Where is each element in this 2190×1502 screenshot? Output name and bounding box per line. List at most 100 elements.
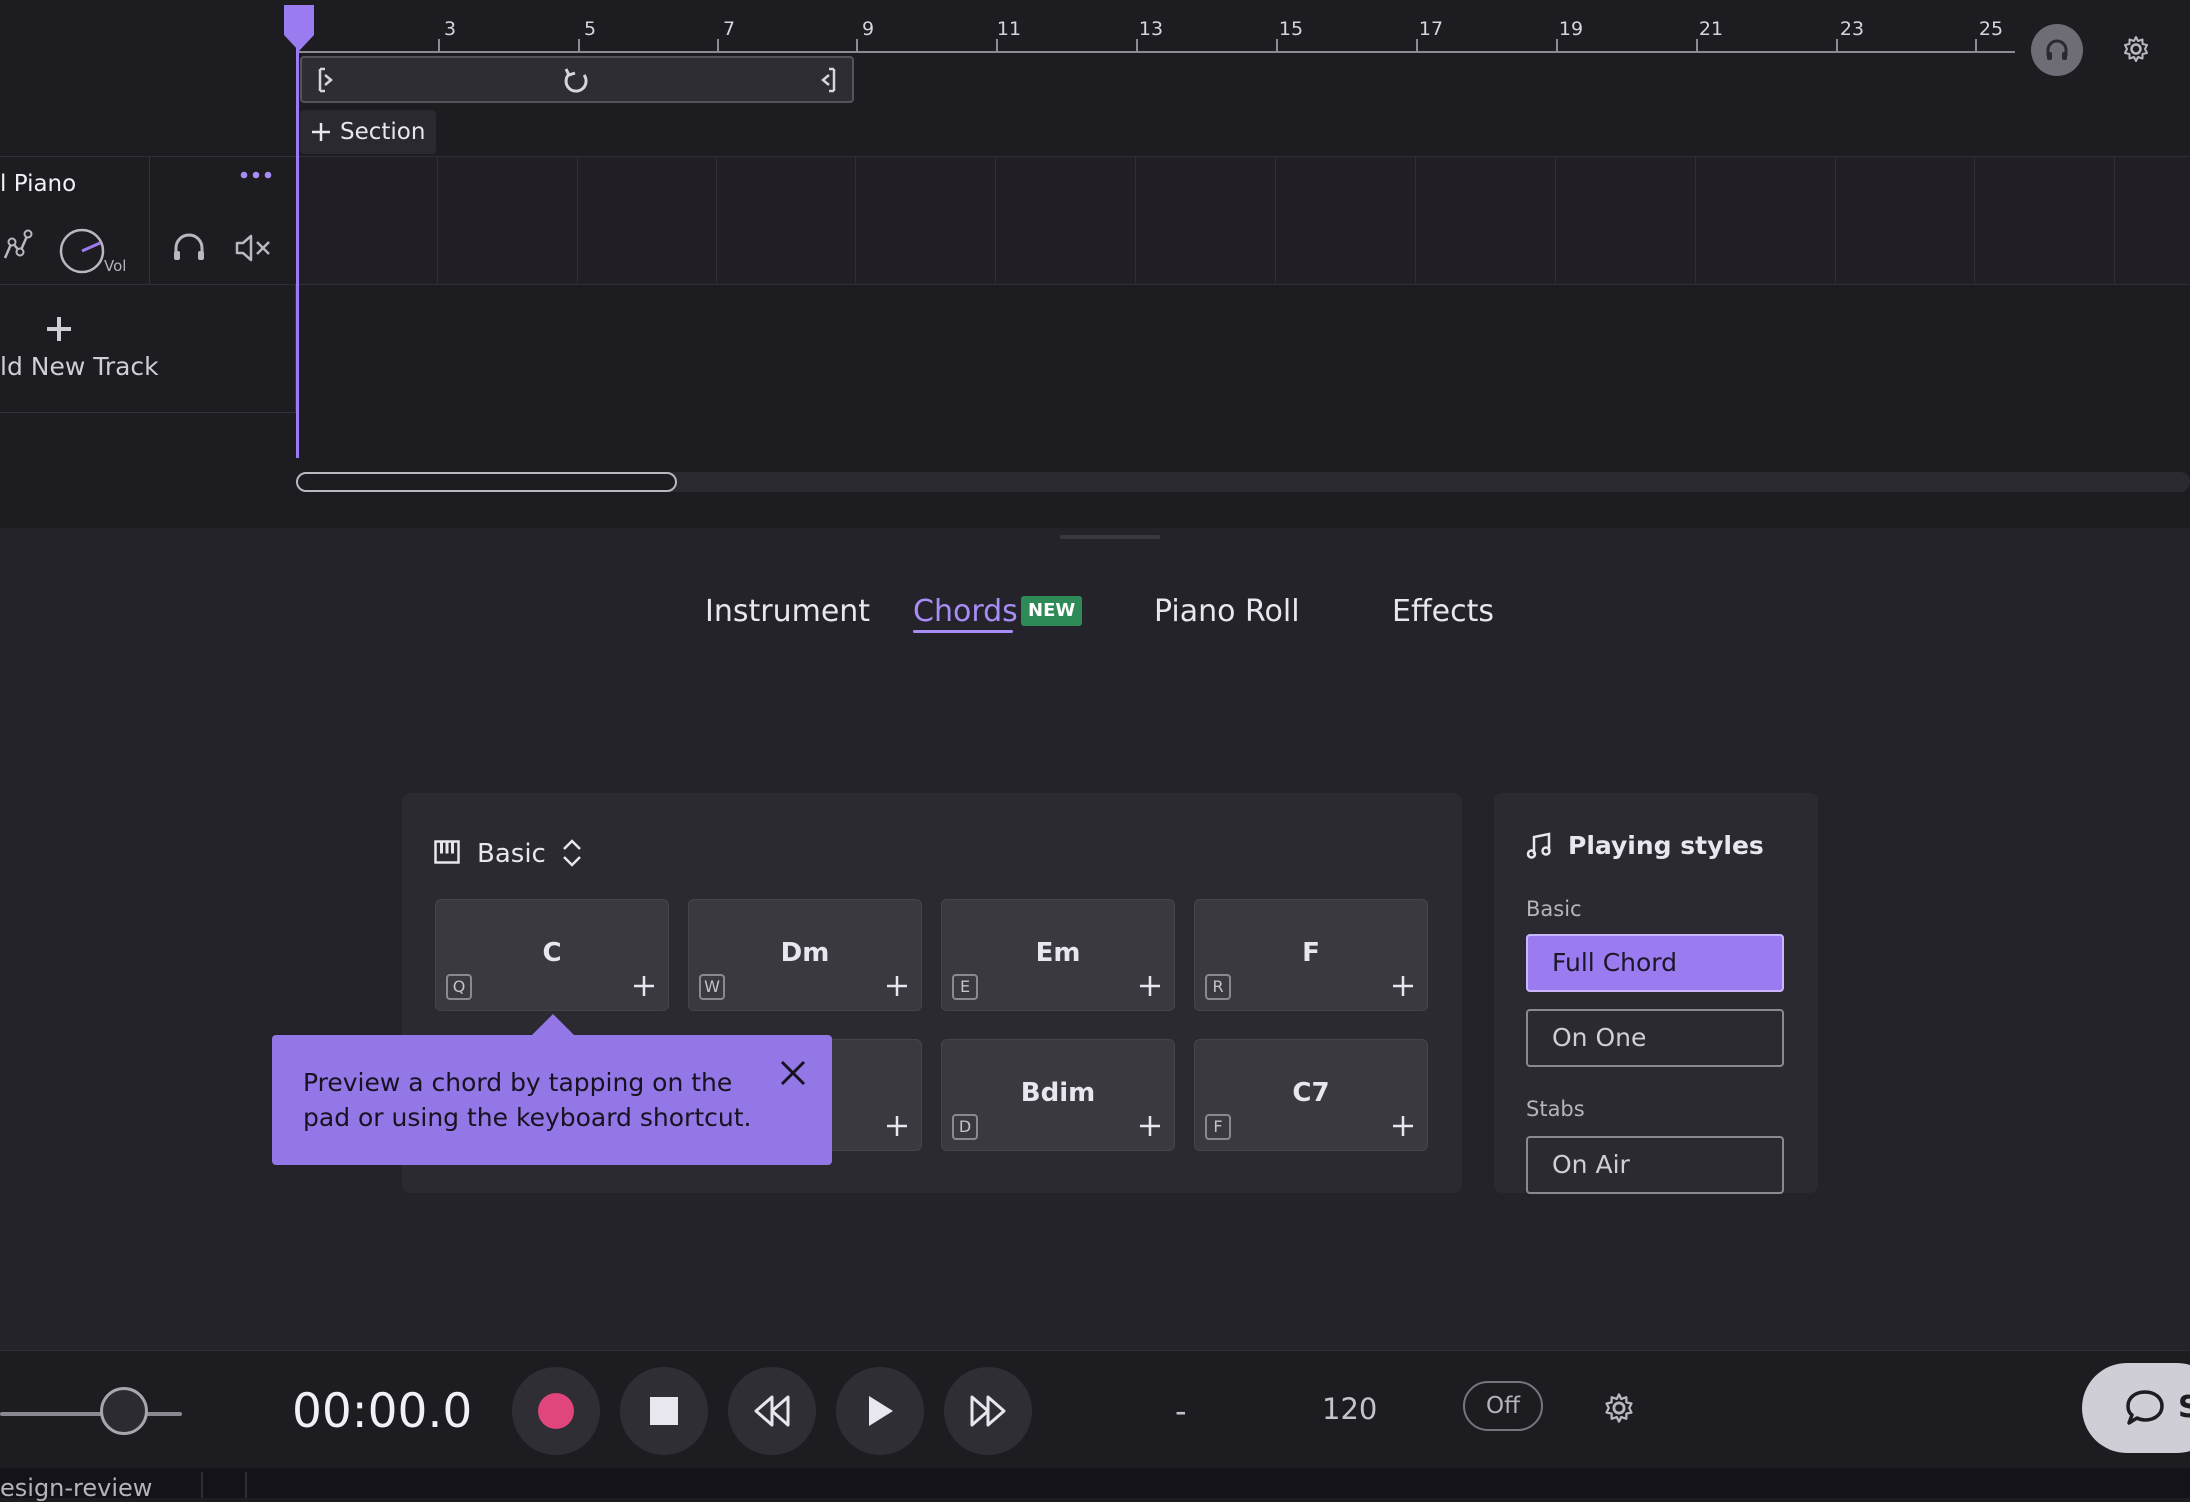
keyboard-shortcut-key: D	[952, 1114, 978, 1140]
chord-pad[interactable]: C Q	[435, 899, 669, 1011]
mute-button[interactable]	[234, 233, 272, 263]
ruler-tick	[717, 39, 719, 53]
gear-icon	[1605, 1393, 1633, 1423]
add-new-track-label: ld New Track	[0, 352, 159, 381]
time-signature-display[interactable]: -	[1175, 1392, 1187, 1430]
bar-line	[1555, 157, 1556, 285]
style-option-full-chord[interactable]: Full Chord	[1526, 934, 1784, 992]
playhead-handle[interactable]	[282, 3, 316, 53]
ruler-tick	[1696, 39, 1698, 53]
stop-icon	[650, 1397, 678, 1425]
bar-line	[855, 157, 856, 285]
ruler-tick	[996, 39, 998, 53]
chat-bubble-icon	[2124, 1388, 2166, 1428]
automation-icon	[3, 229, 33, 259]
master-volume-handle[interactable]	[100, 1387, 148, 1435]
loop-toggle-icon[interactable]	[560, 65, 592, 97]
add-chord-button[interactable]	[885, 974, 909, 998]
add-chord-button[interactable]	[885, 1114, 909, 1138]
ruler-tick-label: 11	[996, 18, 1022, 40]
track-options-button[interactable]	[240, 170, 272, 180]
loop-region[interactable]	[300, 56, 854, 103]
add-chord-button[interactable]	[1391, 1114, 1415, 1138]
keyboard-shortcut-key: R	[1205, 974, 1231, 1000]
panel-resize-handle[interactable]	[1060, 535, 1160, 539]
more-dots-icon	[240, 171, 272, 179]
volume-knob[interactable]	[58, 227, 106, 275]
playhead-line[interactable]	[296, 40, 299, 458]
chord-pad[interactable]: Bdim D	[941, 1039, 1175, 1151]
close-icon	[780, 1060, 806, 1086]
style-option-on-air[interactable]: On Air	[1526, 1136, 1784, 1194]
metronome-toggle[interactable]: Off	[1463, 1381, 1543, 1431]
style-option-on-one[interactable]: On One	[1526, 1009, 1784, 1067]
keyboard-shortcut-key: W	[699, 974, 725, 1000]
master-volume-slider[interactable]	[0, 1412, 182, 1416]
chord-pad[interactable]: C7 F	[1194, 1039, 1428, 1151]
chord-pad[interactable]: F R	[1194, 899, 1428, 1011]
timeline-settings-button[interactable]	[2121, 34, 2151, 64]
knob-icon	[59, 228, 105, 274]
style-group-label: Basic	[1526, 897, 1582, 921]
stop-button[interactable]	[620, 1367, 708, 1455]
keyboard-shortcut-key: Q	[446, 974, 472, 1000]
piano-keys-icon	[434, 840, 460, 864]
fast-forward-button[interactable]	[944, 1367, 1032, 1455]
chord-name: C	[542, 938, 562, 968]
ruler-tick	[1276, 39, 1278, 53]
record-button[interactable]	[512, 1367, 600, 1455]
add-chord-button[interactable]	[632, 974, 656, 998]
ruler-tick-label: 15	[1278, 18, 1304, 40]
bar-line	[716, 157, 717, 285]
play-button[interactable]	[836, 1367, 924, 1455]
add-chord-button[interactable]	[1391, 974, 1415, 998]
chevron-up-down-icon[interactable]	[560, 836, 584, 870]
bar-line	[577, 157, 578, 285]
ruler-tick	[1136, 39, 1138, 53]
add-new-track-button[interactable]	[0, 285, 150, 412]
tab-chords[interactable]: Chords	[913, 594, 1018, 629]
chord-pad[interactable]: Em E	[941, 899, 1175, 1011]
tooltip-close-button[interactable]	[778, 1058, 808, 1088]
ruler-tick	[1416, 39, 1418, 53]
bar-line	[1135, 157, 1136, 285]
chord-name: Em	[1035, 938, 1081, 968]
bar-line	[1974, 157, 1975, 285]
track-name[interactable]: l Piano	[0, 171, 76, 197]
record-icon	[538, 1393, 574, 1429]
add-section-label: Section	[340, 119, 426, 145]
tooltip-text: Preview a chord by tapping on the pad or…	[303, 1068, 752, 1132]
gear-icon	[2124, 36, 2148, 62]
transport-settings-button[interactable]	[1602, 1391, 1636, 1425]
ruler-tick-label: 9	[861, 18, 875, 40]
loop-end-icon[interactable]	[818, 67, 838, 93]
scrollbar-thumb[interactable]	[296, 472, 677, 492]
tab-effects[interactable]: Effects	[1392, 594, 1494, 629]
tab-instrument[interactable]: Instrument	[705, 594, 870, 629]
tempo-display[interactable]: 120	[1322, 1392, 1377, 1426]
rewind-button[interactable]	[728, 1367, 816, 1455]
add-chord-button[interactable]	[1138, 1114, 1162, 1138]
add-chord-button[interactable]	[1138, 974, 1162, 998]
chord-set-selector[interactable]: Basic	[477, 839, 546, 869]
active-tab-indicator	[913, 630, 1013, 633]
plus-icon	[1393, 1116, 1413, 1136]
ruler-tick-label: 17	[1418, 18, 1444, 40]
add-section-button[interactable]: Section	[300, 110, 436, 154]
chord-name: C7	[1292, 1078, 1330, 1108]
ruler-tick-label: 3	[443, 18, 457, 40]
loop-start-icon[interactable]	[316, 67, 336, 93]
chord-pad[interactable]: Dm W	[688, 899, 922, 1011]
ruler-tick	[856, 39, 858, 53]
track-lane[interactable]	[297, 157, 2190, 285]
music-note-icon	[1526, 832, 1552, 860]
play-icon	[869, 1396, 893, 1426]
ruler-tick	[1836, 39, 1838, 53]
headphones-monitor-button[interactable]	[2031, 24, 2083, 76]
automation-button[interactable]	[2, 228, 36, 262]
bar-line	[995, 157, 996, 285]
solo-button[interactable]	[171, 231, 207, 263]
chord-name: Bdim	[1020, 1078, 1096, 1108]
tab-piano-roll[interactable]: Piano Roll	[1154, 594, 1300, 629]
time-display: 00:00.0	[292, 1384, 473, 1439]
